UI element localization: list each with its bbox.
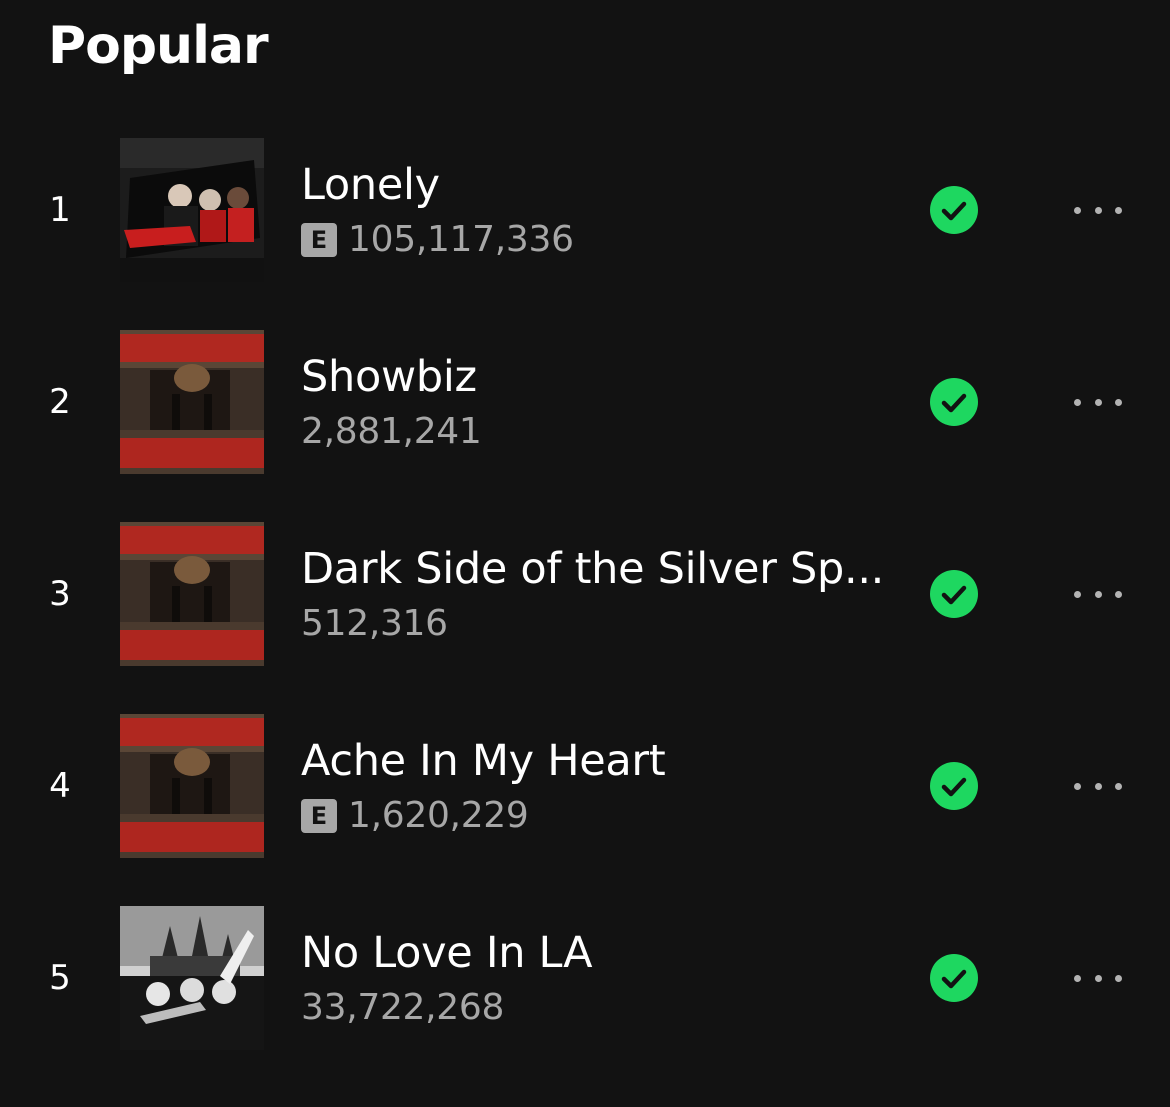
check-circle-icon[interactable]	[930, 186, 978, 234]
track-rank: 4	[49, 766, 71, 806]
track-subtitle: 33,722,268	[301, 986, 891, 1030]
check-circle-icon[interactable]	[930, 954, 978, 1002]
track-title: No Love In LA	[301, 928, 593, 978]
album-cover	[120, 330, 264, 474]
track-subtitle: E 1,620,229	[301, 794, 891, 838]
more-options-icon[interactable]	[1068, 582, 1128, 606]
more-options-icon[interactable]	[1068, 198, 1128, 222]
more-options-icon[interactable]	[1068, 966, 1128, 990]
album-cover	[120, 138, 264, 282]
track-info: Dark Side of the Silver Sp... 512,316	[301, 542, 891, 646]
play-count: 33,722,268	[301, 987, 505, 1028]
popular-tracks-page: Popular 1 Lonely E 105,117,336 2 Showbiz…	[0, 0, 1170, 1107]
track-row[interactable]: 1 Lonely E 105,117,336	[0, 138, 1170, 282]
track-title: Ache In My Heart	[301, 736, 666, 786]
check-circle-icon[interactable]	[930, 570, 978, 618]
track-row[interactable]: 3 Dark Side of the Silver Sp... 512,316	[0, 522, 1170, 666]
check-circle-icon[interactable]	[930, 762, 978, 810]
track-row[interactable]: 5 No Love In LA 33,722,268	[0, 906, 1170, 1050]
track-info: Lonely E 105,117,336	[301, 158, 891, 262]
track-row[interactable]: 4 Ache In My Heart E 1,620,229	[0, 714, 1170, 858]
track-info: Ache In My Heart E 1,620,229	[301, 734, 891, 838]
track-rank: 2	[49, 382, 71, 422]
check-circle-icon[interactable]	[930, 378, 978, 426]
more-options-icon[interactable]	[1068, 390, 1128, 414]
track-subtitle: 512,316	[301, 602, 891, 646]
play-count: 2,881,241	[301, 411, 482, 452]
track-title: Showbiz	[301, 352, 477, 402]
play-count: 105,117,336	[348, 219, 574, 260]
track-title: Dark Side of the Silver Sp...	[301, 544, 885, 594]
section-title: Popular	[48, 16, 269, 76]
track-info: No Love In LA 33,722,268	[301, 926, 891, 1030]
play-count: 512,316	[301, 603, 448, 644]
track-rank: 5	[49, 958, 71, 998]
track-rank: 1	[49, 190, 71, 230]
album-cover	[120, 906, 264, 1050]
track-subtitle: 2,881,241	[301, 410, 891, 454]
more-options-icon[interactable]	[1068, 774, 1128, 798]
track-rank: 3	[49, 574, 71, 614]
play-count: 1,620,229	[348, 795, 529, 836]
track-info: Showbiz 2,881,241	[301, 350, 891, 454]
explicit-badge: E	[301, 223, 337, 257]
album-cover	[120, 522, 264, 666]
explicit-badge: E	[301, 799, 337, 833]
album-cover	[120, 714, 264, 858]
track-title: Lonely	[301, 160, 440, 210]
track-subtitle: E 105,117,336	[301, 218, 891, 262]
track-row[interactable]: 2 Showbiz 2,881,241	[0, 330, 1170, 474]
